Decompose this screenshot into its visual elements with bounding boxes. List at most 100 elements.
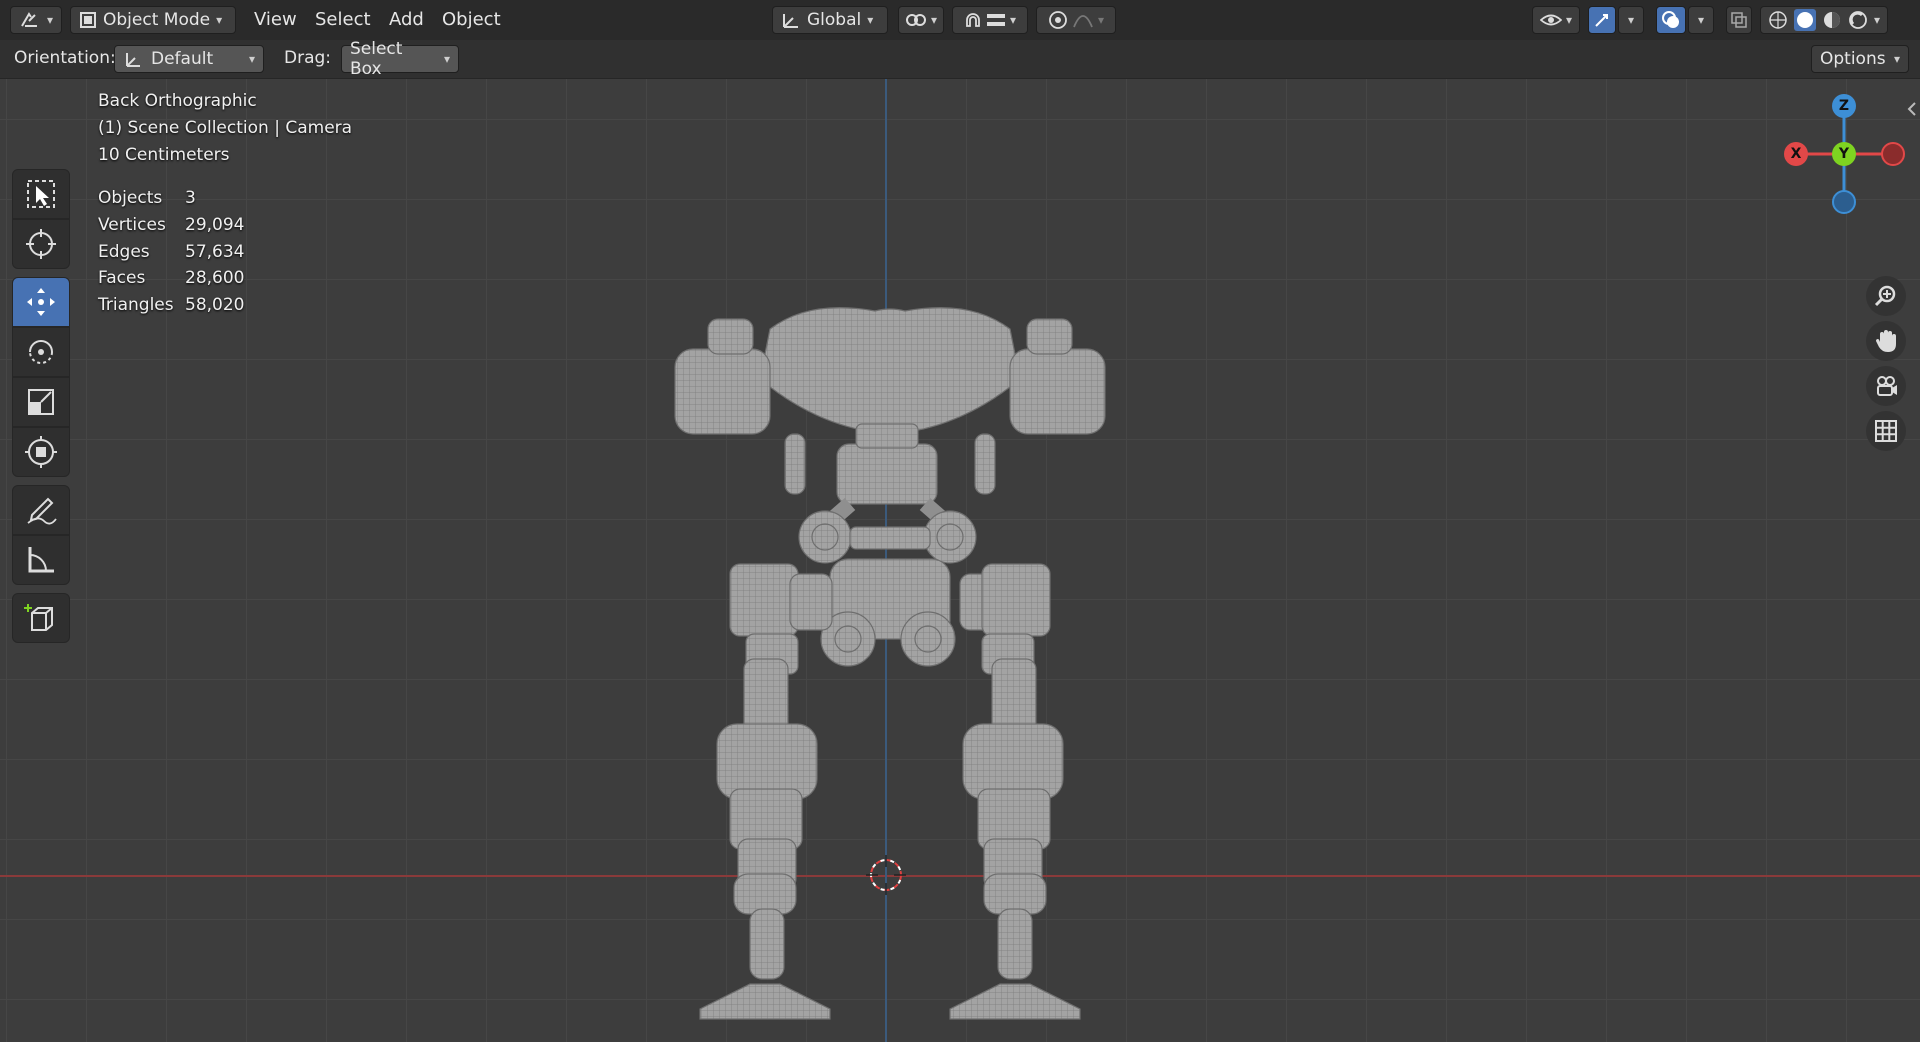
stat-edges-label: Edges xyxy=(98,242,150,262)
3d-cursor-icon[interactable] xyxy=(866,855,906,895)
gizmo-toggle-button[interactable] xyxy=(1588,6,1616,34)
view-name: Back Orthographic xyxy=(98,91,257,111)
gizmo-y-axis[interactable]: Y xyxy=(1832,142,1856,166)
collection-label: (1) Scene Collection | Camera xyxy=(98,118,353,138)
orientation-icon xyxy=(783,14,798,28)
gizmo-dropdown[interactable]: ▾ xyxy=(1618,6,1644,34)
gizmo-x-axis[interactable]: X xyxy=(1784,142,1808,166)
options-label: Options xyxy=(1820,49,1886,69)
pivot-point-dropdown[interactable]: ▾ xyxy=(898,6,944,34)
chevron-down-icon: ▾ xyxy=(216,13,223,27)
editor-type-button[interactable]: ▾ xyxy=(10,6,62,34)
menu-view[interactable]: View xyxy=(254,9,297,30)
options-dropdown[interactable]: Options ▾ xyxy=(1811,45,1909,73)
transform-icon xyxy=(25,436,57,468)
gizmo-x-label: X xyxy=(1790,146,1802,162)
robot-mesh[interactable] xyxy=(660,219,1120,1029)
cursor-icon xyxy=(26,229,56,259)
snap-dropdown[interactable]: ▾ xyxy=(952,6,1028,34)
select-box-icon xyxy=(27,180,55,208)
viewport-header: ▾ Object Mode ▾ View Select Add Object G… xyxy=(0,0,1920,40)
chevron-down-icon: ▾ xyxy=(930,13,938,27)
perspective-toggle-button[interactable] xyxy=(1866,411,1906,451)
rotate-tool[interactable] xyxy=(12,327,70,377)
move-tool[interactable] xyxy=(12,277,70,327)
overlays-dropdown[interactable]: ▾ xyxy=(1688,6,1714,34)
gizmo-neg-z-axis[interactable] xyxy=(1832,190,1856,214)
chevron-down-icon: ▾ xyxy=(1097,13,1105,27)
grid-icon xyxy=(1875,420,1897,442)
stat-triangles-label: Triangles xyxy=(98,295,174,315)
cursor-tool[interactable] xyxy=(12,219,70,269)
editor-type-icon xyxy=(21,12,37,27)
menu-select[interactable]: Select xyxy=(315,9,371,30)
scale-icon xyxy=(28,389,54,415)
eye-icon xyxy=(1539,14,1562,26)
zoom-button[interactable] xyxy=(1866,276,1906,316)
magnet-icon xyxy=(966,13,980,27)
add-cube-icon xyxy=(24,604,53,631)
camera-icon xyxy=(1877,376,1897,396)
transform-orientation-dropdown[interactable]: Global ▾ xyxy=(772,6,888,34)
material-preview-icon[interactable] xyxy=(1822,10,1842,30)
stat-triangles-value: 58,020 xyxy=(185,295,245,315)
drag-dropdown[interactable]: Select Box ▾ xyxy=(341,39,459,79)
chevron-down-icon: ▾ xyxy=(1009,13,1017,27)
chevron-down-icon: ▾ xyxy=(867,13,874,27)
chevron-down-icon: ▾ xyxy=(1873,13,1881,27)
object-mode-icon xyxy=(80,12,96,28)
gizmo-z-axis[interactable]: Z xyxy=(1832,94,1856,118)
shading-mode-group: ▾ xyxy=(1760,6,1888,34)
chevron-down-icon: ▾ xyxy=(248,52,255,66)
wireframe-shading-icon[interactable] xyxy=(1768,10,1788,30)
menu-add[interactable]: Add xyxy=(389,9,424,30)
stat-edges-value: 57,634 xyxy=(185,242,245,262)
scale-tool[interactable] xyxy=(12,377,70,427)
collapse-arrow-icon[interactable] xyxy=(1906,101,1918,117)
mode-dropdown[interactable]: Object Mode ▾ xyxy=(70,6,236,34)
measure-tool[interactable] xyxy=(12,535,70,585)
stat-vertices-label: Vertices xyxy=(98,215,166,235)
add-cube-tool[interactable] xyxy=(12,593,70,643)
transform-tool[interactable] xyxy=(12,427,70,477)
overlays-icon xyxy=(1662,11,1679,28)
falloff-curve-icon xyxy=(1073,15,1093,28)
chevron-down-icon: ▾ xyxy=(1697,13,1705,27)
drag-label: Drag: xyxy=(284,48,332,68)
zoom-icon xyxy=(1874,285,1896,307)
orientation-label: Orientation: xyxy=(14,48,116,68)
stat-objects-label: Objects xyxy=(98,188,163,208)
3d-viewport[interactable]: Back Orthographic (1) Scene Collection |… xyxy=(0,79,1920,1042)
snap-increment-icon xyxy=(986,14,1005,26)
rendered-shading-icon[interactable] xyxy=(1848,10,1868,30)
move-icon xyxy=(27,288,55,316)
gizmo-neg-x-axis[interactable] xyxy=(1881,142,1905,166)
xray-icon xyxy=(1731,12,1747,28)
chevron-down-icon: ▾ xyxy=(1627,13,1635,27)
hand-icon xyxy=(1876,330,1896,352)
pan-button[interactable] xyxy=(1866,321,1906,361)
annotate-icon xyxy=(27,497,57,525)
rotate-icon xyxy=(29,340,53,364)
pivot-icon xyxy=(905,14,926,26)
chevron-down-icon: ▾ xyxy=(443,52,450,66)
drag-value: Select Box xyxy=(350,39,403,79)
xray-toggle-button[interactable] xyxy=(1726,6,1752,34)
chevron-down-icon: ▾ xyxy=(46,13,53,27)
measure-icon xyxy=(28,547,54,573)
solid-shading-icon[interactable] xyxy=(1793,9,1816,31)
annotate-tool[interactable] xyxy=(12,485,70,535)
grid-scale-label: 10 Centimeters xyxy=(98,145,230,165)
select-box-tool[interactable] xyxy=(12,169,70,219)
chevron-down-icon: ▾ xyxy=(1565,13,1573,27)
orientation-dropdown[interactable]: Default ▾ xyxy=(114,45,264,73)
stat-faces-label: Faces xyxy=(98,268,146,288)
orientation-label: Global xyxy=(807,10,862,30)
camera-view-button[interactable] xyxy=(1866,366,1906,406)
orientation-axes-icon xyxy=(126,53,140,67)
gizmo-y-label: Y xyxy=(1838,146,1850,162)
proportional-editing-dropdown[interactable]: ▾ xyxy=(1036,6,1116,34)
overlays-toggle-button[interactable] xyxy=(1656,6,1686,34)
visibility-dropdown[interactable]: ▾ xyxy=(1532,6,1580,34)
menu-object[interactable]: Object xyxy=(442,9,501,30)
